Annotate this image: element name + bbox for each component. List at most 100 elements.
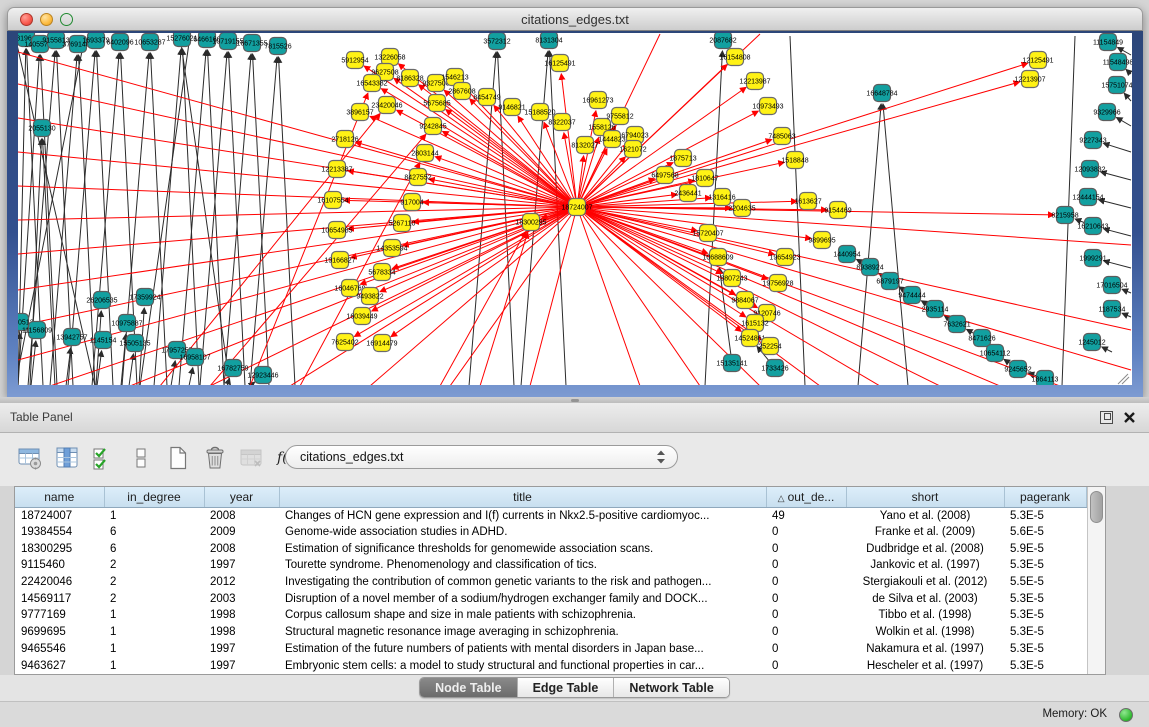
select-all-rows-icon — [91, 445, 117, 471]
network-node[interactable]: 9154469 — [824, 202, 851, 219]
network-window-titlebar[interactable]: citations_edges.txt — [7, 7, 1143, 31]
tab-network-table[interactable]: Network Table — [614, 678, 729, 697]
column-header-short[interactable]: short — [846, 487, 1004, 507]
tab-edge-table[interactable]: Edge Table — [518, 678, 615, 697]
network-node[interactable]: 9245652 — [1004, 361, 1031, 378]
network-node[interactable]: 7485063 — [768, 128, 795, 145]
close-window-button[interactable] — [20, 13, 33, 26]
column-header-year[interactable]: year — [204, 487, 279, 507]
column-header-out_de[interactable]: △out_de... — [766, 487, 846, 507]
network-node[interactable]: 9227343 — [1079, 132, 1106, 149]
network-node[interactable]: 1864113 — [1032, 371, 1059, 386]
show-columns-button[interactable] — [53, 444, 81, 472]
column-header-name[interactable]: name — [15, 487, 104, 507]
table-row[interactable]: 1456911722003Disruption of a novel membe… — [15, 590, 1086, 607]
network-node[interactable]: 12093832 — [1074, 161, 1105, 178]
network-node[interactable]: 16671355 — [236, 35, 267, 52]
import-table-button[interactable] — [238, 444, 266, 472]
tab-node-table[interactable]: Node Table — [420, 678, 517, 697]
network-node[interactable]: 8186328 — [396, 70, 423, 87]
cell-year: 2008 — [204, 540, 279, 557]
table-row[interactable]: 946554611997Estimation of the future num… — [15, 641, 1086, 658]
network-node[interactable]: 9146821 — [498, 99, 525, 116]
minimize-window-button[interactable] — [40, 13, 53, 26]
network-node[interactable]: 12213907 — [1014, 71, 1045, 88]
network-canvas[interactable]: 1819615140557249155813376914061693379640… — [18, 33, 1132, 385]
network-node[interactable]: 13942757 — [56, 329, 87, 346]
network-node[interactable]: 10653287 — [134, 34, 165, 51]
network-node[interactable]: 10654985 — [321, 222, 352, 239]
network-node[interactable]: 15188520 — [524, 104, 555, 121]
network-node[interactable]: 19166827 — [324, 252, 355, 269]
network-node[interactable]: 1518848 — [781, 152, 808, 169]
table-row[interactable]: 2242004622012Investigating the contribut… — [15, 574, 1086, 591]
cell-indeg: 1 — [104, 507, 204, 524]
network-node[interactable]: 12213387 — [321, 161, 352, 178]
table-scrollbar-thumb[interactable] — [1090, 491, 1104, 523]
clear-row-selection-button[interactable] — [127, 444, 155, 472]
network-node[interactable]: 3896157 — [346, 104, 373, 121]
network-node[interactable]: 5267110 — [389, 215, 416, 232]
table-row[interactable]: 946362711997Embryonic stem cells: a mode… — [15, 657, 1086, 674]
network-node[interactable]: 16961273 — [582, 92, 613, 109]
table-row[interactable]: 977716911998Corpus callosum shape and si… — [15, 607, 1086, 624]
network-node[interactable]: 8454749 — [473, 89, 500, 106]
network-node[interactable]: 5678334 — [368, 264, 395, 281]
network-node[interactable]: 6402096 — [106, 34, 133, 51]
network-canvas-svg[interactable]: 1819615140557249155813376914061693379640… — [18, 33, 1132, 385]
network-node[interactable]: 917004 — [400, 194, 423, 211]
table-row[interactable]: 1938455462009Genome-wide association stu… — [15, 524, 1086, 541]
network-node[interactable]: 16648784 — [866, 85, 897, 102]
resize-grip-icon[interactable] — [1118, 374, 1129, 384]
network-node[interactable]: 2055130 — [28, 120, 55, 137]
network-node[interactable]: 16914479 — [366, 335, 397, 352]
network-node[interactable]: 5675685 — [423, 95, 450, 112]
svg-text:1546213: 1546213 — [441, 75, 468, 82]
table-settings-button[interactable] — [16, 444, 44, 472]
network-node[interactable]: 12125491 — [1022, 52, 1053, 69]
column-header-pagerank[interactable]: pagerank — [1004, 487, 1086, 507]
delete-trash-button[interactable] — [201, 444, 229, 472]
zoom-window-button[interactable] — [60, 13, 73, 26]
network-node[interactable]: 16154808 — [719, 49, 750, 66]
network-node[interactable]: 16125491 — [544, 55, 575, 72]
network-node[interactable]: 8131304 — [535, 33, 562, 49]
network-node[interactable]: 17016504 — [1096, 277, 1127, 294]
float-panel-icon[interactable] — [1100, 411, 1113, 424]
network-node[interactable]: 1999291 — [1079, 250, 1106, 267]
network-node[interactable]: 1245012 — [1078, 334, 1105, 351]
network-node[interactable]: 3572312 — [483, 33, 510, 50]
network-node[interactable]: 9899695 — [808, 232, 835, 249]
network-node[interactable]: 1810647 — [691, 170, 718, 187]
network-node[interactable]: 11548498 — [1103, 54, 1132, 71]
network-node[interactable]: 15751074 — [1101, 77, 1132, 94]
network-node[interactable]: 1187534 — [1099, 301, 1126, 318]
select-all-rows-button[interactable] — [90, 444, 118, 472]
new-document-button[interactable] — [164, 444, 192, 472]
divider-grip[interactable] — [571, 399, 579, 402]
network-node[interactable]: 16210643 — [1077, 218, 1108, 235]
table-row[interactable]: 1872400712008Changes of HCN gene express… — [15, 507, 1086, 524]
network-node[interactable]: 2087682 — [709, 33, 736, 49]
network-node[interactable]: 6497568 — [651, 167, 678, 184]
table-row[interactable]: 969969511998Structural magnetic resonanc… — [15, 624, 1086, 641]
column-header-in_degree[interactable]: in_degree — [104, 487, 204, 507]
network-node[interactable]: 12444154 — [1072, 189, 1103, 206]
table-row[interactable]: 911546021997Tourette syndrome. Phenomeno… — [15, 557, 1086, 574]
table-row[interactable]: 1830029562008Estimation of significance … — [15, 540, 1086, 557]
network-node[interactable]: 7815526 — [264, 38, 291, 55]
network-node[interactable]: 8215958 — [1051, 207, 1078, 224]
column-header-title[interactable]: title — [279, 487, 766, 507]
network-node[interactable]: 1875713 — [669, 150, 696, 167]
network-node[interactable]: 14353594 — [376, 240, 407, 257]
close-panel-icon[interactable] — [1123, 411, 1136, 424]
network-node[interactable]: 252254 — [758, 338, 781, 355]
network-node[interactable]: 12213987 — [739, 73, 770, 90]
network-node[interactable]: 10975887 — [111, 315, 142, 332]
network-node[interactable]: 13226058 — [374, 49, 405, 66]
network-file-select[interactable]: citations_edges.txt — [285, 445, 678, 469]
network-node[interactable]: 1733426 — [761, 360, 788, 377]
network-node[interactable]: 17359924 — [129, 289, 160, 306]
table-scrollbar[interactable] — [1087, 487, 1106, 674]
network-node[interactable]: 1613627 — [794, 193, 821, 210]
